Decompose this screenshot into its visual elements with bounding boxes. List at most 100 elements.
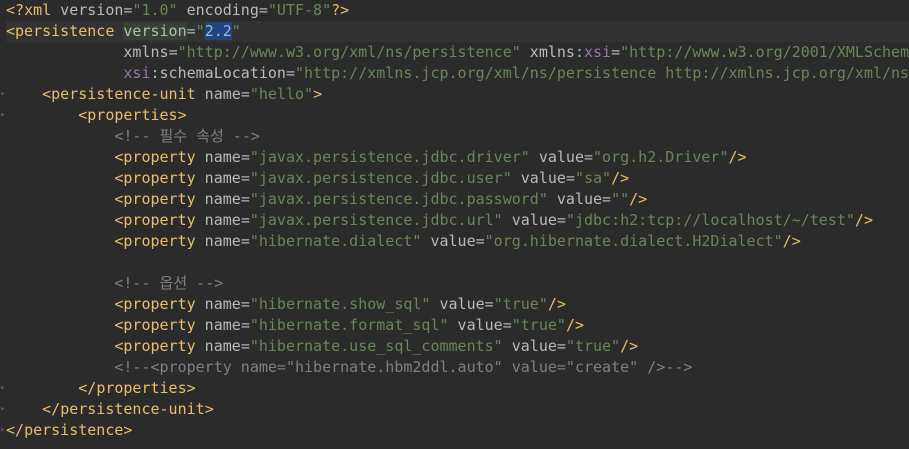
code-token: = bbox=[611, 43, 621, 61]
code-token: = bbox=[240, 148, 250, 166]
code-token: <? bbox=[6, 1, 25, 19]
code-token: = bbox=[556, 211, 566, 229]
code-token: = bbox=[285, 64, 295, 82]
code-line[interactable]: <!-- 옵션 --> bbox=[6, 273, 909, 294]
code-token: = bbox=[484, 295, 494, 313]
code-line[interactable]: xsi:schemaLocation="http://xmlns.jcp.org… bbox=[6, 63, 909, 84]
code-line[interactable]: <property name="hibernate.use_sql_commen… bbox=[6, 336, 909, 357]
code-token: = bbox=[565, 169, 575, 187]
code-token: property bbox=[123, 148, 196, 166]
code-token: properties bbox=[87, 106, 178, 124]
code-token: "javax.persistence.jdbc.password" bbox=[249, 190, 548, 208]
code-token: properties bbox=[96, 379, 187, 397]
code-token: property bbox=[123, 211, 196, 229]
code-line[interactable]: <property name="hibernate.format_sql" va… bbox=[6, 315, 909, 336]
code-token: name bbox=[195, 169, 241, 187]
code-token: </ bbox=[6, 421, 25, 439]
code-token: name bbox=[195, 148, 241, 166]
code-token: /> bbox=[565, 316, 584, 334]
code-line[interactable]: <!-- 필수 속성 --> bbox=[6, 126, 909, 147]
code-token: "javax.persistence.jdbc.user" bbox=[249, 169, 512, 187]
code-token: /> bbox=[611, 169, 630, 187]
code-token: xml bbox=[24, 1, 52, 19]
code-token: </ bbox=[78, 379, 97, 397]
fold-marker-icon[interactable]: ▸ bbox=[0, 420, 6, 441]
code-line[interactable]: <!--<property name="hibernate.hbm2ddl.au… bbox=[6, 357, 909, 378]
code-line[interactable]: </properties> bbox=[6, 378, 909, 399]
code-line[interactable]: <property name="hibernate.show_sql" valu… bbox=[6, 294, 909, 315]
code-token: /> bbox=[728, 148, 747, 166]
code-token: = bbox=[240, 316, 250, 334]
code-token: name bbox=[195, 85, 241, 103]
code-token: < bbox=[6, 22, 16, 40]
code-token: /> bbox=[782, 232, 801, 250]
code-line[interactable]: <property name="javax.persistence.jdbc.p… bbox=[6, 189, 909, 210]
code-token: "true" bbox=[493, 295, 548, 313]
code-token: property bbox=[123, 190, 196, 208]
code-token: value bbox=[502, 211, 557, 229]
code-token: ?> bbox=[331, 1, 350, 19]
code-token: : bbox=[574, 43, 584, 61]
code-line[interactable] bbox=[6, 252, 909, 273]
code-token: "hibernate.use_sql_comments" bbox=[249, 337, 503, 355]
code-line[interactable]: <property name="javax.persistence.jdbc.u… bbox=[6, 168, 909, 189]
code-line[interactable]: xmlns="http://www.w3.org/xml/ns/persiste… bbox=[6, 42, 909, 63]
code-token: "http://xmlns.jcp.org/xml/ns/persistence… bbox=[295, 64, 909, 82]
code-token: "1.0" bbox=[132, 1, 178, 19]
code-token: = bbox=[240, 190, 250, 208]
code-line[interactable]: <property name="javax.persistence.jdbc.d… bbox=[6, 147, 909, 168]
code-token: name bbox=[195, 295, 241, 313]
fold-marker-icon[interactable]: ▸ bbox=[0, 399, 6, 420]
code-line[interactable]: <persistence version="2.2" bbox=[6, 21, 909, 42]
fold-marker-icon[interactable]: ▸ bbox=[0, 378, 6, 399]
code-line[interactable]: </persistence> bbox=[6, 420, 909, 441]
code-token: = bbox=[240, 232, 250, 250]
code-token: = bbox=[556, 337, 566, 355]
code-token: persistence-unit bbox=[51, 85, 196, 103]
code-token: " bbox=[195, 22, 205, 40]
code-token: "org.hibernate.dialect.H2Dialect" bbox=[484, 232, 783, 250]
code-token: "hello" bbox=[249, 85, 314, 103]
code-token: = bbox=[240, 295, 250, 313]
code-token: <!-- 필수 속성 --> bbox=[114, 127, 260, 145]
code-line[interactable]: <property name="javax.persistence.jdbc.u… bbox=[6, 210, 909, 231]
code-line[interactable]: </persistence-unit> bbox=[6, 399, 909, 420]
code-token: = bbox=[502, 316, 512, 334]
code-token: property bbox=[123, 295, 196, 313]
code-token: /> bbox=[854, 211, 873, 229]
code-token: value bbox=[529, 148, 584, 166]
code-token: "true" bbox=[565, 337, 621, 355]
code-token: <!--<property name="hibernate.hbm2ddl.au… bbox=[114, 358, 693, 376]
code-token: > bbox=[177, 106, 187, 124]
code-line[interactable]: <persistence-unit name="hello"> bbox=[6, 84, 909, 105]
code-token: value bbox=[448, 316, 503, 334]
code-line[interactable]: <properties> bbox=[6, 105, 909, 126]
code-token: schemaLocation bbox=[159, 64, 286, 82]
code-token: xsi bbox=[583, 43, 612, 61]
code-line[interactable]: <?xml version="1.0" encoding="UTF-8"?> bbox=[6, 0, 909, 21]
code-editor[interactable]: <?xml version="1.0" encoding="UTF-8"?> <p… bbox=[0, 0, 909, 449]
fold-marker-icon[interactable]: ▸ bbox=[0, 105, 6, 126]
code-token: = bbox=[258, 1, 268, 19]
code-token: "jdbc:h2:tcp://localhost/~/test" bbox=[565, 211, 855, 229]
code-token: = bbox=[240, 169, 250, 187]
code-line[interactable]: <property name="hibernate.dialect" value… bbox=[6, 231, 909, 252]
code-token: version bbox=[123, 22, 187, 40]
code-token: "" bbox=[611, 190, 630, 208]
code-token: = bbox=[602, 190, 612, 208]
code-token: > bbox=[123, 421, 133, 439]
code-token: <!-- 옵션 --> bbox=[114, 274, 224, 292]
code-token: xsi bbox=[123, 64, 151, 82]
code-token: property bbox=[123, 169, 196, 187]
fold-marker-icon[interactable]: ▸ bbox=[0, 84, 6, 105]
